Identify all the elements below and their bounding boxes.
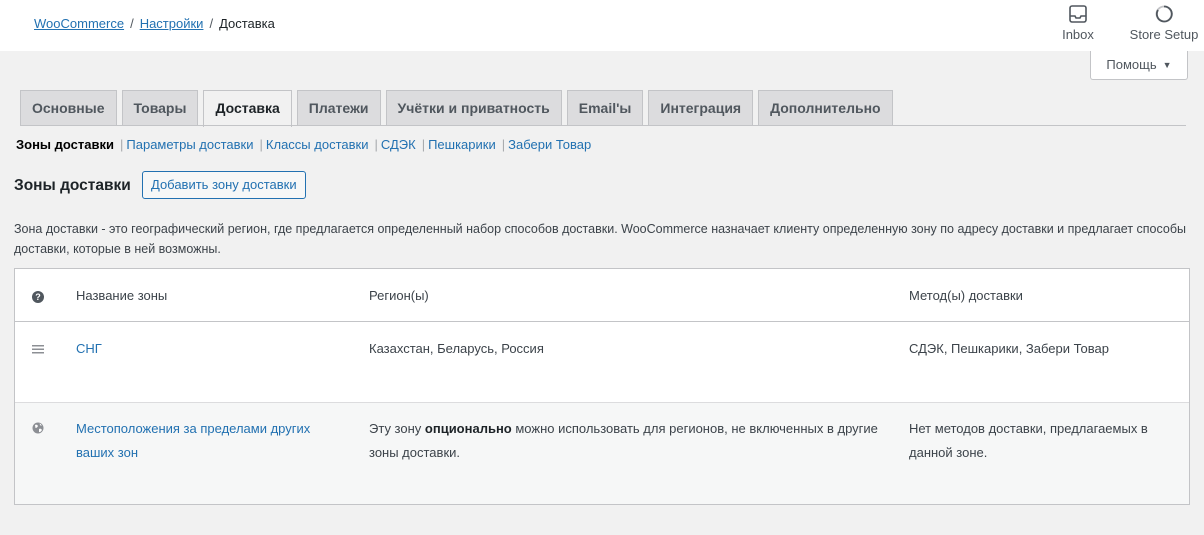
breadcrumb-settings-link[interactable]: Настройки (140, 16, 204, 31)
breadcrumb: WooCommerce / Настройки / Доставка (34, 16, 275, 31)
zone-name-link[interactable]: СНГ (76, 337, 346, 361)
caret-down-icon: ▼ (1162, 60, 1172, 70)
subnav-link-peshkariki[interactable]: Пешкарики (428, 137, 496, 152)
help-label: Помощь (1106, 57, 1157, 72)
inbox-icon (1069, 5, 1087, 23)
top-bar: WooCommerce / Настройки / Доставка Inbox Sto… (0, 0, 1204, 51)
subnav-link-shipping-classes[interactable]: Классы доставки (266, 137, 369, 152)
store-setup-label: Store Setup (1129, 27, 1199, 42)
store-setup-button[interactable]: Store Setup (1128, 4, 1200, 48)
tab-advanced[interactable]: Дополнительно (758, 90, 893, 126)
tab-payments[interactable]: Платежи (296, 90, 381, 126)
globe-icon (32, 422, 44, 434)
shipping-subnav: Зоны доставки | Параметры доставки | Классы … (16, 137, 591, 152)
page-title: Зоны доставки (14, 177, 131, 194)
table-header-help: ? (32, 284, 48, 308)
rest-regions-text-before: Эту зону (369, 421, 425, 436)
settings-tabs: Основные Товары Доставка Платежи Учётки … (20, 90, 898, 127)
table-row: СНГ Казахстан, Беларусь, Россия СДЭК, Пе… (15, 322, 1189, 402)
shipping-zones-table: ? Название зоны Регион(ы) Метод(ы) доста… (14, 268, 1190, 505)
column-header-regions: Регион(ы) (369, 288, 429, 303)
row-drag-handle[interactable] (32, 337, 48, 369)
help-icon[interactable]: ? (32, 291, 44, 303)
zone-regions: Казахстан, Беларусь, Россия (369, 341, 544, 356)
rest-zone-regions: Эту зону опционально можно использовать … (369, 417, 879, 465)
add-shipping-zone-button[interactable]: Добавить зону доставки (142, 171, 306, 199)
tab-accounts-privacy[interactable]: Учётки и приватность (385, 90, 562, 126)
column-header-zone-name: Название зоны (76, 288, 168, 303)
drag-handle-icon (32, 345, 44, 354)
rest-regions-bold: опционально (424, 421, 512, 436)
breadcrumb-woocommerce-link[interactable]: WooCommerce (34, 16, 124, 31)
table-row-rest-of-world: Местоположения за пределами других ваших… (15, 402, 1189, 504)
subnav-separator: | (259, 137, 263, 152)
tab-shipping[interactable]: Доставка (203, 90, 292, 127)
inbox-button[interactable]: Inbox (1058, 4, 1098, 48)
subnav-separator: | (421, 137, 426, 152)
subnav-current: Зоны доставки (16, 137, 114, 152)
section-description: Зона доставки - это географический регио… (14, 222, 1186, 256)
table-header-row: ? Название зоны Регион(ы) Метод(ы) доста… (15, 269, 1189, 322)
tab-general[interactable]: Основные (20, 90, 117, 126)
help-button[interactable]: Помощь ▼ (1090, 51, 1188, 80)
subnav-separator: | (120, 137, 124, 152)
subnav-separator: | (501, 137, 506, 152)
zone-methods: СДЭК, Пешкарики, Забери Товар (909, 341, 1110, 356)
tabs-divider (20, 125, 1186, 126)
rest-zone-name-link[interactable]: Местоположения за пределами других ваших… (76, 417, 346, 465)
breadcrumb-current: Доставка (219, 16, 275, 31)
column-header-methods: Метод(ы) доставки (909, 288, 1023, 303)
tab-emails[interactable]: Email'ы (566, 90, 644, 126)
rest-zone-methods: Нет методов доставки, предлагаемых в дан… (909, 421, 1148, 460)
inbox-label: Inbox (1062, 27, 1094, 42)
subnav-link-zaberi-tovar[interactable]: Забери Товар (508, 137, 591, 152)
subnav-link-cdek[interactable]: СДЭК (381, 137, 416, 152)
subnav-separator: | (374, 137, 378, 152)
tab-integration[interactable]: Интеграция (648, 90, 754, 126)
tab-products[interactable]: Товары (121, 90, 199, 126)
progress-ring-icon (1155, 5, 1173, 23)
subnav-link-shipping-options[interactable]: Параметры доставки (126, 137, 253, 152)
breadcrumb-separator: / (209, 16, 214, 31)
row-globe (32, 417, 48, 449)
breadcrumb-separator: / (130, 16, 134, 31)
